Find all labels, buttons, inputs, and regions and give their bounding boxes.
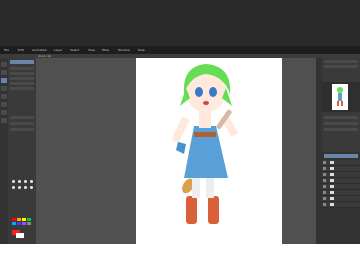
character-illustration bbox=[171, 64, 239, 224]
brush-size-option[interactable] bbox=[30, 186, 33, 189]
layer-thumbnail-icon bbox=[330, 197, 334, 200]
menu-item-layer[interactable]: Layer bbox=[54, 47, 62, 53]
neck-shape bbox=[199, 110, 211, 128]
brush-size-option[interactable] bbox=[30, 180, 33, 183]
brush-size-slider[interactable] bbox=[10, 116, 34, 119]
color-swatch[interactable] bbox=[12, 222, 16, 225]
layer-thumbnail-icon bbox=[330, 203, 334, 206]
app-window: File Edit Animation Layer Select View Fi… bbox=[0, 0, 360, 270]
left-leg bbox=[192, 178, 200, 198]
eraser-tool-icon[interactable] bbox=[1, 86, 7, 91]
brush-preset[interactable] bbox=[10, 87, 34, 90]
property-row[interactable] bbox=[324, 128, 358, 131]
brush-preset[interactable] bbox=[10, 82, 34, 85]
brush-size-option[interactable] bbox=[18, 186, 21, 189]
color-swatch[interactable] bbox=[12, 218, 16, 221]
brush-size-option[interactable] bbox=[12, 180, 15, 183]
layer-thumbnail-icon bbox=[330, 167, 334, 170]
opacity-slider[interactable] bbox=[10, 122, 34, 125]
menu-item-animation[interactable]: Animation bbox=[32, 47, 47, 53]
brush-preset[interactable] bbox=[10, 77, 34, 80]
left-arm bbox=[171, 116, 190, 144]
navigator-header bbox=[324, 65, 358, 68]
color-swatch[interactable] bbox=[17, 218, 21, 221]
right-leg bbox=[206, 178, 214, 198]
eye-icon[interactable] bbox=[323, 167, 326, 170]
layer-panel-header bbox=[324, 154, 358, 158]
layer-thumbnail-icon bbox=[330, 191, 334, 194]
right-eye bbox=[209, 87, 217, 97]
tool-bar bbox=[0, 58, 8, 244]
eye-icon[interactable] bbox=[323, 173, 326, 176]
thumbnail-figure bbox=[337, 87, 343, 106]
belt-shape bbox=[194, 132, 216, 137]
brush-size-option[interactable] bbox=[24, 186, 27, 189]
preview-panel bbox=[322, 82, 360, 112]
move-tool-icon[interactable] bbox=[1, 110, 7, 115]
menu-item-help[interactable]: Help bbox=[138, 47, 145, 53]
brush-size-option[interactable] bbox=[24, 180, 27, 183]
sub-tool-panel bbox=[8, 58, 36, 244]
eye-icon[interactable] bbox=[323, 197, 326, 200]
menu-item-select[interactable]: Select bbox=[70, 47, 79, 53]
thumbnail-preview[interactable] bbox=[332, 84, 348, 110]
eye-icon[interactable] bbox=[323, 179, 326, 182]
property-row[interactable] bbox=[10, 128, 34, 131]
brush-tool-icon[interactable] bbox=[1, 78, 7, 83]
brush-size-option[interactable] bbox=[18, 180, 21, 183]
property-row[interactable] bbox=[324, 122, 358, 125]
eye-icon[interactable] bbox=[323, 203, 326, 206]
layer-thumbnail-icon bbox=[330, 185, 334, 188]
layer-thumbnail-icon bbox=[330, 161, 334, 164]
sub-color-chip[interactable] bbox=[16, 233, 24, 238]
left-boot bbox=[186, 196, 197, 224]
layer-thumbnail-icon bbox=[330, 173, 334, 176]
property-row[interactable] bbox=[324, 116, 358, 119]
color-swatch[interactable] bbox=[27, 222, 31, 225]
color-swatch[interactable] bbox=[17, 222, 21, 225]
menu-item-edit[interactable]: Edit bbox=[18, 47, 24, 53]
menu-bar: File Edit Animation Layer Select View Fi… bbox=[0, 46, 360, 54]
bottom-area bbox=[0, 244, 360, 270]
color-swatch[interactable] bbox=[22, 218, 26, 221]
eye-icon[interactable] bbox=[323, 161, 326, 164]
left-eye bbox=[195, 87, 203, 97]
pencil-tool-icon[interactable] bbox=[1, 70, 7, 75]
menu-item-view[interactable]: View bbox=[88, 47, 95, 53]
menu-item-file[interactable]: File bbox=[4, 47, 9, 53]
brush-preset[interactable] bbox=[10, 67, 34, 70]
layer-row[interactable] bbox=[322, 202, 360, 208]
menu-item-filter[interactable]: Filter bbox=[102, 47, 109, 53]
brush-preset[interactable] bbox=[10, 72, 34, 75]
layer-thumbnail-icon bbox=[330, 179, 334, 182]
color-swatch[interactable] bbox=[27, 218, 31, 221]
selection-tool-icon[interactable] bbox=[1, 102, 7, 107]
brush-size-option[interactable] bbox=[12, 186, 15, 189]
sub-tool-header bbox=[10, 60, 34, 64]
eye-icon[interactable] bbox=[323, 185, 326, 188]
navigator-header bbox=[324, 60, 358, 63]
zoom-tool-icon[interactable] bbox=[1, 118, 7, 123]
fill-tool-icon[interactable] bbox=[1, 94, 7, 99]
canvas-paper[interactable] bbox=[136, 58, 282, 244]
right-boot bbox=[208, 196, 219, 224]
eye-icon[interactable] bbox=[323, 191, 326, 194]
menu-item-window[interactable]: Window bbox=[118, 47, 130, 53]
pen-tool-icon[interactable] bbox=[1, 62, 7, 67]
navigator-panel bbox=[322, 58, 360, 82]
property-panel bbox=[322, 112, 360, 152]
left-glove bbox=[176, 142, 186, 154]
color-swatch[interactable] bbox=[22, 222, 26, 225]
mouth bbox=[203, 101, 209, 105]
